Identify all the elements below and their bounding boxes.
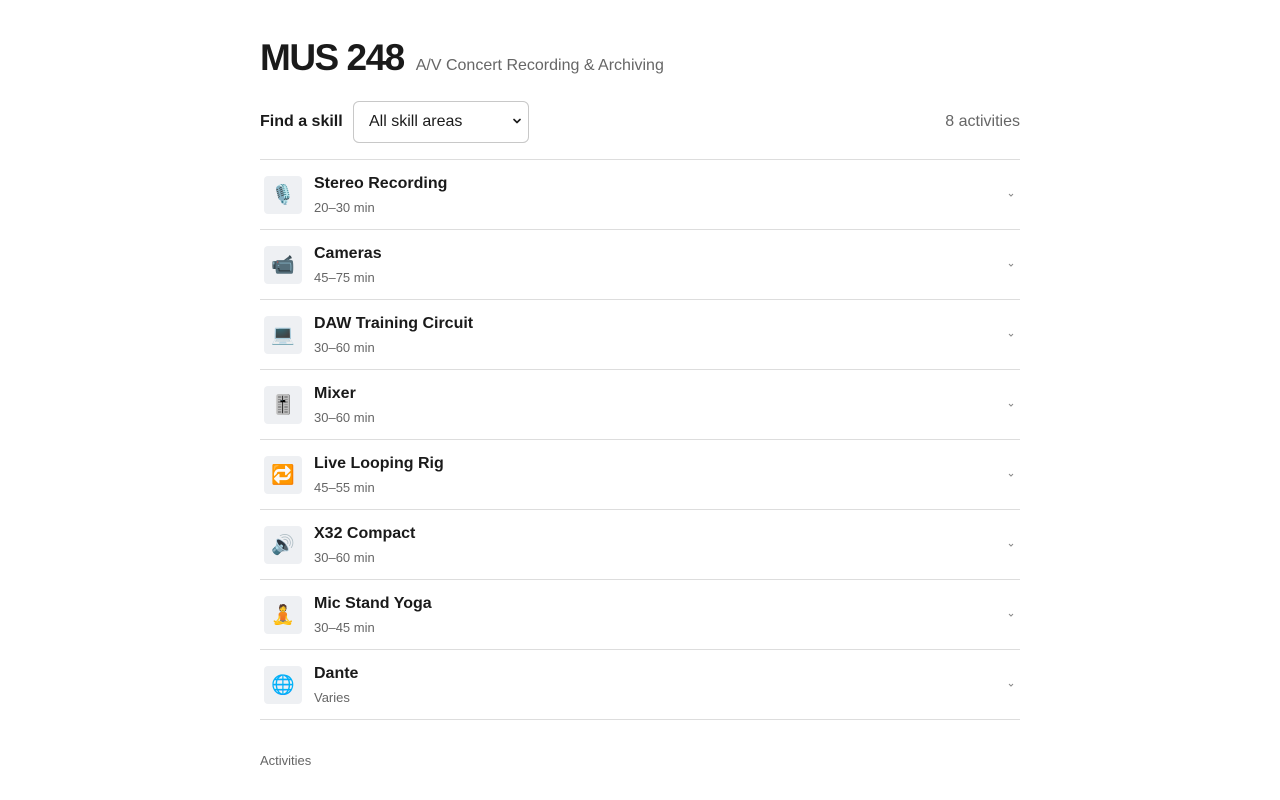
- activity-name: X32 Compact: [314, 525, 416, 542]
- activity-duration: 30–60 min: [314, 550, 375, 565]
- chevron-down-icon: [513, 118, 521, 124]
- chevron-down-icon[interactable]: [1008, 332, 1014, 338]
- activity-item-daw-training-circuit[interactable]: 💻 DAW Training Circuit 30–60 min: [260, 300, 1020, 370]
- activity-name: Cameras: [314, 245, 382, 262]
- activity-name: Mic Stand Yoga: [314, 595, 432, 612]
- repeat-icon: 🔁: [264, 456, 302, 494]
- activity-item-mixer[interactable]: 🎚️ Mixer 30–60 min: [260, 370, 1020, 440]
- activity-duration: 30–60 min: [314, 340, 375, 355]
- activity-duration: 30–45 min: [314, 620, 375, 635]
- activity-item-stereo-recording[interactable]: 🎙️ Stereo Recording 20–30 min: [260, 160, 1020, 230]
- activity-duration: 30–60 min: [314, 410, 375, 425]
- globe-icon: 🌐: [264, 666, 302, 704]
- activity-count: 8 activities: [945, 113, 1020, 130]
- find-skill-label: Find a skill: [260, 113, 343, 130]
- chevron-down-icon[interactable]: [1008, 612, 1014, 618]
- activity-item-live-looping-rig[interactable]: 🔁 Live Looping Rig 45–55 min: [260, 440, 1020, 510]
- activity-name: Stereo Recording: [314, 175, 448, 192]
- activity-item-x32-compact[interactable]: 🔊 X32 Compact 30–60 min: [260, 510, 1020, 580]
- activity-name: DAW Training Circuit: [314, 315, 474, 332]
- footer-label: Activities: [260, 753, 312, 768]
- course-code: MUS 248: [260, 37, 405, 78]
- activity-item-dante[interactable]: 🌐 Dante Varies: [260, 650, 1020, 720]
- microphone-icon: 🎙️: [264, 176, 302, 214]
- meditation-icon: 🧘: [264, 596, 302, 634]
- chevron-down-icon[interactable]: [1008, 682, 1014, 688]
- activity-name: Live Looping Rig: [314, 455, 444, 472]
- page-header: MUS 248 A/V Concert Recording & Archivin…: [260, 37, 664, 79]
- level-slider-icon: 🎚️: [264, 386, 302, 424]
- activity-list: 🎙️ Stereo Recording 20–30 min 📹 Cameras …: [260, 159, 1020, 720]
- activity-duration: Varies: [314, 690, 350, 705]
- activity-item-mic-stand-yoga[interactable]: 🧘 Mic Stand Yoga 30–45 min: [260, 580, 1020, 650]
- activity-duration: 45–75 min: [314, 270, 375, 285]
- activity-name: Dante: [314, 665, 359, 682]
- chevron-down-icon[interactable]: [1008, 262, 1014, 268]
- skill-area-select[interactable]: All skill areas: [353, 101, 529, 143]
- course-title: A/V Concert Recording & Archiving: [415, 57, 664, 74]
- laptop-icon: 💻: [264, 316, 302, 354]
- activity-duration: 20–30 min: [314, 200, 375, 215]
- filter-toolbar: Find a skill All skill areas 8 activitie…: [260, 101, 1020, 143]
- chevron-down-icon[interactable]: [1008, 402, 1014, 408]
- speaker-icon: 🔊: [264, 526, 302, 564]
- skill-area-select-value: All skill areas: [369, 113, 463, 130]
- activity-duration: 45–55 min: [314, 480, 375, 495]
- video-camera-icon: 📹: [264, 246, 302, 284]
- activity-item-cameras[interactable]: 📹 Cameras 45–75 min: [260, 230, 1020, 300]
- chevron-down-icon[interactable]: [1008, 192, 1014, 198]
- chevron-down-icon[interactable]: [1008, 472, 1014, 478]
- activity-name: Mixer: [314, 385, 356, 402]
- chevron-down-icon[interactable]: [1008, 542, 1014, 548]
